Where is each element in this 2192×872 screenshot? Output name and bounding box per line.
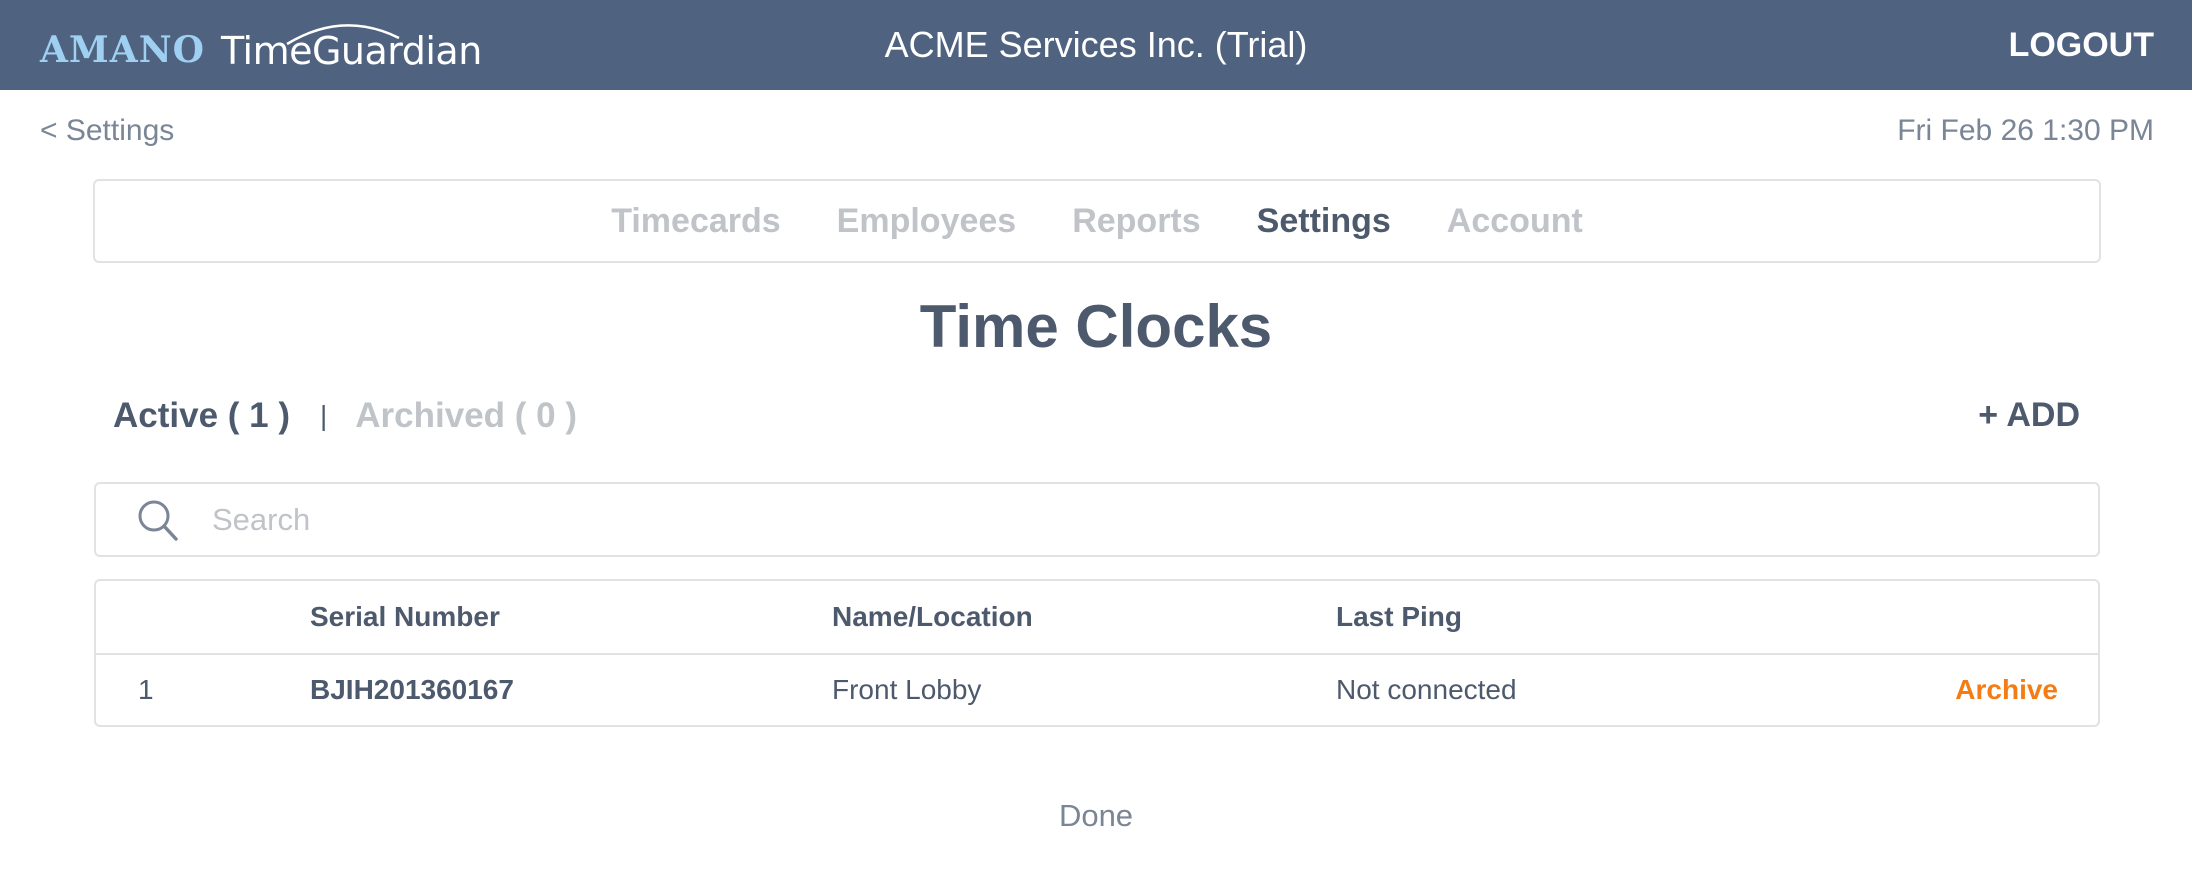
search-input[interactable]	[210, 500, 2014, 539]
column-header-last-ping: Last Ping	[1336, 601, 1463, 632]
row-index: 1	[138, 674, 154, 705]
table-header-row: Serial Number Name/Location Last Ping	[96, 581, 2098, 655]
back-to-settings-link[interactable]: < Settings	[40, 114, 174, 148]
done-container: Done	[0, 798, 2192, 834]
filter-archived[interactable]: Archived ( 0 )	[355, 396, 577, 436]
search-box	[94, 482, 2100, 557]
column-header-name: Name/Location	[832, 601, 1033, 632]
company-name: ACME Services Inc. (Trial)	[884, 24, 1308, 65]
main-nav: Timecards Employees Reports Settings Acc…	[93, 179, 2101, 263]
filter-active[interactable]: Active ( 1 )	[113, 396, 290, 436]
done-button[interactable]: Done	[1059, 798, 1133, 833]
page-title: Time Clocks	[919, 293, 1273, 360]
current-datetime: Fri Feb 26 1:30 PM	[1897, 114, 2154, 147]
table-row[interactable]: 1 BJIH201360167 Front Lobby Not connecte…	[96, 654, 2098, 726]
add-time-clock-button[interactable]: + ADD	[1978, 396, 2080, 435]
filter-separator: |	[320, 400, 328, 431]
column-header-serial: Serial Number	[310, 601, 500, 632]
tab-settings[interactable]: Settings	[1257, 202, 1391, 241]
search-icon	[138, 500, 178, 541]
logout-button[interactable]: LOGOUT	[2009, 0, 2154, 90]
archive-button[interactable]: Archive	[1955, 654, 2058, 726]
row-name-location: Front Lobby	[832, 674, 982, 705]
tab-timecards[interactable]: Timecards	[611, 202, 780, 241]
status-filters: Active ( 1 ) | Archived ( 0 )	[113, 396, 577, 436]
tab-account[interactable]: Account	[1447, 202, 1583, 241]
row-last-ping: Not connected	[1336, 674, 1517, 705]
tab-reports[interactable]: Reports	[1072, 202, 1200, 241]
row-serial-number: BJIH201360167	[310, 674, 514, 705]
tab-employees[interactable]: Employees	[837, 202, 1017, 241]
time-clocks-table: Serial Number Name/Location Last Ping 1 …	[94, 579, 2100, 727]
top-bar: AMANO TimeGuardian ACME Services Inc. (T…	[0, 0, 2192, 90]
